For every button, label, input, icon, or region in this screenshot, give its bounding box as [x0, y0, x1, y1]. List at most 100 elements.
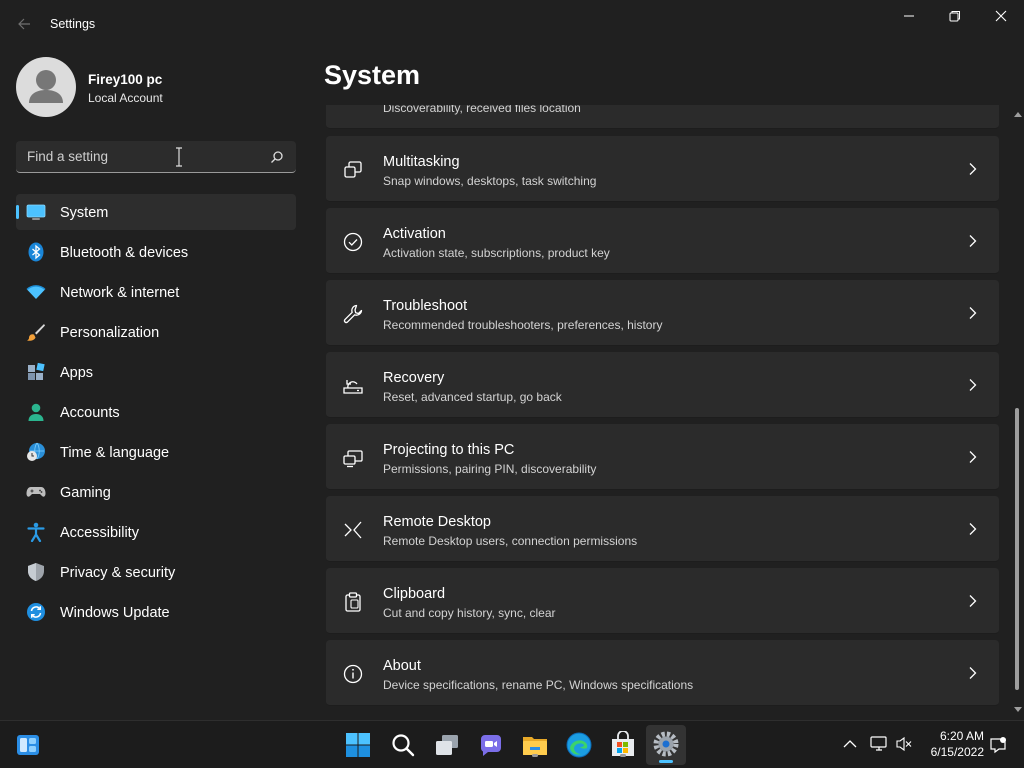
chevron-right-icon	[969, 667, 977, 679]
task-view-icon[interactable]	[433, 731, 461, 759]
card-title: Recovery	[383, 370, 445, 386]
shield-icon	[28, 563, 44, 581]
apps-icon	[28, 362, 45, 380]
taskbar: 6:20 AM 6/15/2022	[0, 720, 1024, 768]
search-input[interactable]: Find a setting	[27, 149, 108, 164]
avatar[interactable]	[16, 57, 76, 117]
title-bar: Settings	[0, 0, 1024, 48]
card-remote-desktop[interactable]: Remote Desktop Remote Desktop users, con…	[326, 496, 999, 562]
info-icon	[343, 664, 363, 684]
scrollbar-thumb[interactable]	[1015, 408, 1019, 690]
sidebar-item-time-language[interactable]: Time & language	[16, 434, 296, 470]
sidebar-nav: System Bluetooth & devices Network & int…	[16, 194, 296, 634]
restore-button[interactable]	[932, 0, 978, 32]
card-subtitle: Remote Desktop users, connection permiss…	[383, 534, 638, 548]
page-title: System	[324, 60, 421, 90]
sidebar-item-label: Accessibility	[60, 525, 139, 541]
card-title: About	[383, 658, 421, 674]
settings-icon[interactable]	[646, 725, 686, 765]
card-activation[interactable]: Activation Activation state, subscriptio…	[326, 208, 999, 274]
projecting-icon	[343, 450, 363, 468]
user-silhouette-icon	[29, 70, 63, 103]
card-subtitle: Snap windows, desktops, task switching	[383, 174, 597, 188]
card-title: Troubleshoot	[383, 298, 468, 314]
volume-muted-icon[interactable]	[895, 736, 913, 752]
bluetooth-icon	[28, 242, 44, 262]
minimize-button[interactable]	[886, 0, 932, 32]
sidebar-item-personalization[interactable]: Personalization	[16, 314, 296, 350]
sidebar-item-label: Gaming	[60, 485, 111, 501]
card-title: Multitasking	[383, 154, 460, 170]
close-button[interactable]	[978, 0, 1024, 32]
remote-desktop-icon	[344, 521, 362, 539]
card-title: Projecting to this PC	[383, 442, 515, 458]
user-name: Firey100 pc	[88, 72, 163, 87]
chevron-right-icon	[969, 163, 977, 175]
sidebar-item-accounts[interactable]: Accounts	[16, 394, 296, 430]
notification-icon[interactable]	[988, 735, 1008, 755]
running-indicator	[620, 754, 626, 757]
settings-list: Discoverability, received files location…	[326, 105, 1000, 710]
sidebar-item-system[interactable]: System	[16, 194, 296, 230]
sidebar-item-privacy-security[interactable]: Privacy & security	[16, 554, 296, 590]
recovery-icon	[343, 380, 363, 394]
card-title: Activation	[383, 226, 446, 242]
file-explorer-icon[interactable]	[521, 731, 549, 759]
card-subtitle: Discoverability, received files location	[383, 105, 581, 115]
card-subtitle: Recommended troubleshooters, preferences…	[383, 318, 663, 332]
card-troubleshoot[interactable]: Troubleshoot Recommended troubleshooters…	[326, 280, 999, 346]
sidebar-item-label: Accounts	[60, 405, 120, 421]
active-indicator	[659, 760, 673, 763]
back-arrow-icon[interactable]	[12, 12, 36, 36]
card-title: Remote Desktop	[383, 514, 491, 530]
chevron-up-icon[interactable]	[843, 739, 857, 749]
scroll-up-arrow-icon[interactable]	[1013, 110, 1023, 118]
store-icon[interactable]	[609, 730, 637, 759]
clock-date: 6/15/2022	[930, 745, 984, 759]
sidebar-item-network[interactable]: Network & internet	[16, 274, 296, 310]
scroll-down-arrow-icon[interactable]	[1013, 706, 1023, 714]
chevron-right-icon	[969, 595, 977, 607]
chevron-right-icon	[969, 307, 977, 319]
sidebar-item-label: Windows Update	[60, 605, 170, 621]
card-about[interactable]: About Device specifications, rename PC, …	[326, 640, 999, 706]
text-cursor-icon	[176, 147, 182, 167]
sidebar-item-windows-update[interactable]: Windows Update	[16, 594, 296, 630]
chat-icon[interactable]	[477, 731, 505, 759]
sidebar-item-apps[interactable]: Apps	[16, 354, 296, 390]
sidebar-item-label: Time & language	[60, 445, 170, 461]
widgets-icon[interactable]	[14, 731, 42, 759]
multitasking-icon	[344, 161, 362, 178]
edge-icon[interactable]	[565, 731, 593, 759]
card-recovery[interactable]: Recovery Reset, advanced startup, go bac…	[326, 352, 999, 418]
activation-check-icon	[343, 232, 363, 252]
search-box[interactable]: Find a setting	[16, 141, 296, 173]
card-multitasking[interactable]: Multitasking Snap windows, desktops, tas…	[326, 136, 999, 202]
card-subtitle: Reset, advanced startup, go back	[383, 390, 562, 404]
card-subtitle: Activation state, subscriptions, product…	[383, 246, 610, 260]
card-partial[interactable]: Discoverability, received files location	[326, 105, 999, 129]
clock[interactable]: 6:20 AM 6/15/2022	[922, 728, 984, 760]
clipboard-icon	[345, 592, 361, 612]
sidebar-item-bluetooth[interactable]: Bluetooth & devices	[16, 234, 296, 270]
card-subtitle: Cut and copy history, sync, clear	[383, 606, 556, 620]
sidebar-item-label: System	[60, 205, 109, 221]
scrollbar[interactable]	[1012, 106, 1024, 718]
search-icon[interactable]	[270, 150, 284, 164]
card-subtitle: Permissions, pairing PIN, discoverabilit…	[383, 462, 597, 476]
card-title: Clipboard	[383, 586, 446, 602]
running-indicator	[532, 754, 538, 757]
card-projecting[interactable]: Projecting to this PC Permissions, pairi…	[326, 424, 999, 490]
sidebar-item-gaming[interactable]: Gaming	[16, 474, 296, 510]
search-icon[interactable]	[389, 731, 417, 759]
network-icon[interactable]	[870, 736, 888, 752]
start-icon[interactable]	[344, 731, 372, 759]
account-type: Local Account	[88, 91, 163, 105]
card-clipboard[interactable]: Clipboard Cut and copy history, sync, cl…	[326, 568, 999, 634]
card-subtitle: Device specifications, rename PC, Window…	[383, 678, 694, 692]
sidebar-item-accessibility[interactable]: Accessibility	[16, 514, 296, 550]
sidebar-item-label: Privacy & security	[60, 565, 176, 581]
sidebar-item-label: Apps	[60, 365, 94, 381]
clock-time: 6:20 AM	[939, 729, 984, 743]
sidebar-item-label: Personalization	[60, 325, 160, 341]
